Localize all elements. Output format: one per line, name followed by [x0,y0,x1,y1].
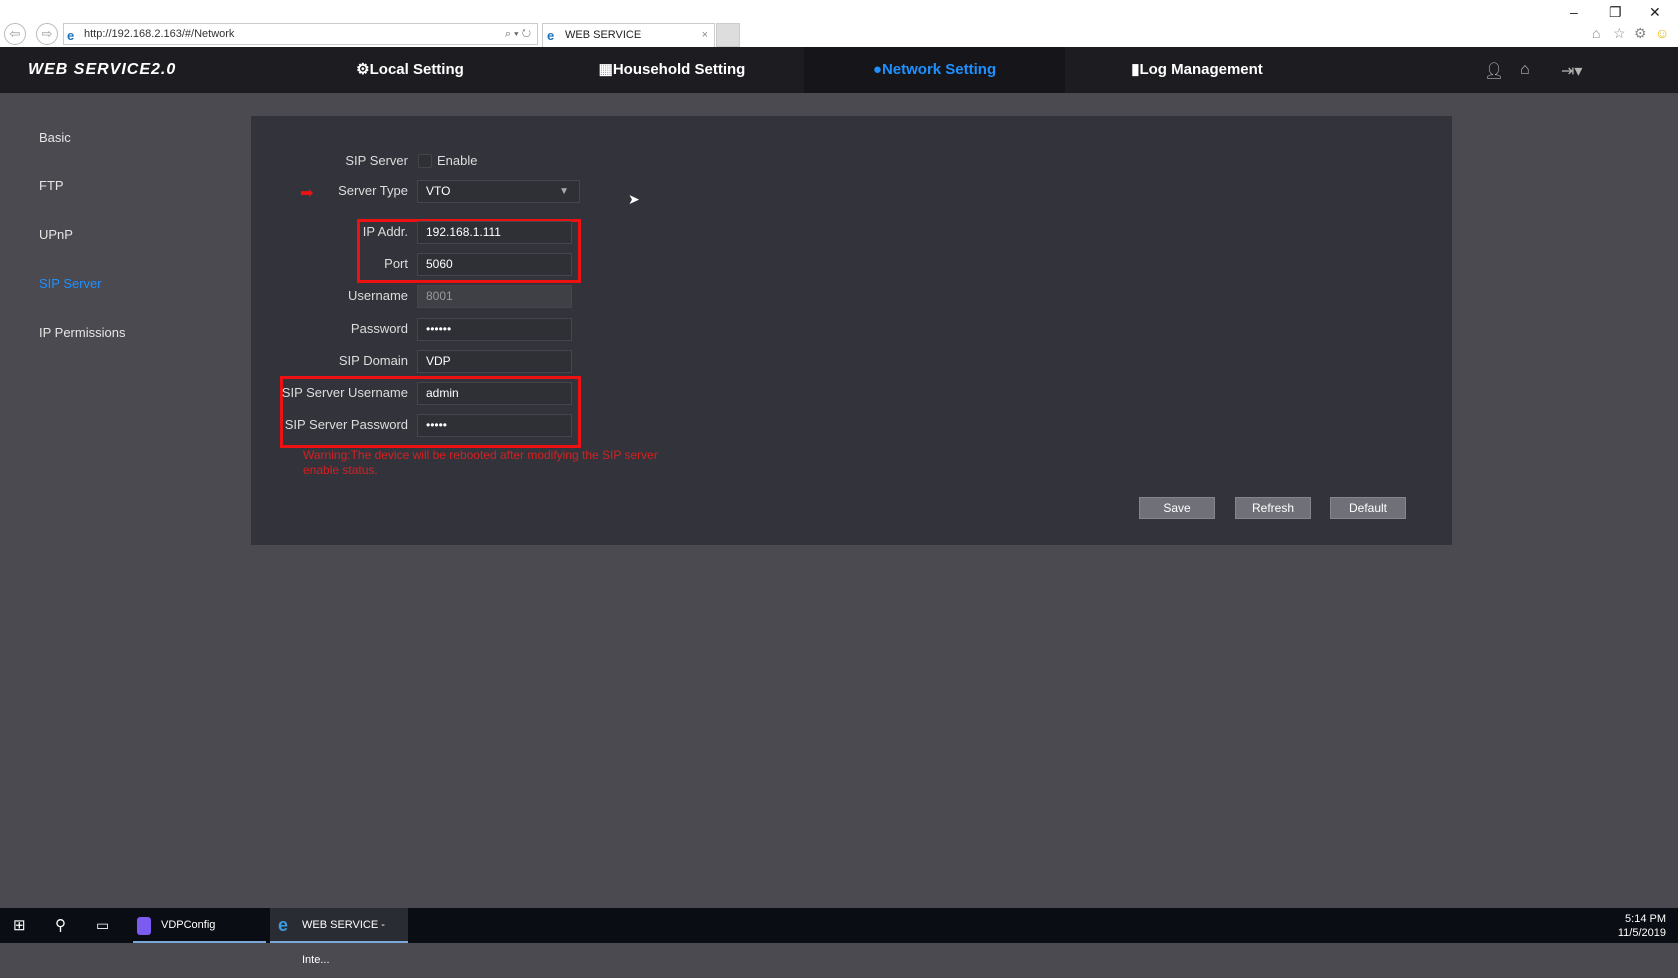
gear-icon: ⚙ [356,61,370,78]
logo: WEB SERVICE2.0 [28,61,177,78]
default-button[interactable]: Default [1330,497,1406,519]
sip-domain-input[interactable]: VDP [417,350,572,373]
close-tab-icon[interactable]: × [702,24,708,46]
taskbar-app-web-service[interactable]: e WEB SERVICE - Inte... [270,908,408,966]
clock[interactable]: 5:14 PM 11/5/2019 [1618,912,1666,940]
username-label: Username [348,288,408,303]
task-view-icon[interactable]: ▭ [96,908,109,943]
nav-label: Household Setting [612,61,746,78]
nav-label: Log Management [1139,61,1263,78]
back-button[interactable]: ⇦ [4,23,26,45]
smiley-icon[interactable]: ☺ [1655,25,1669,41]
sidebar-item-sip-server[interactable]: SIP Server [39,276,102,291]
forward-button[interactable]: ⇨ [36,23,58,45]
taskbar: ⊞ ⚲ ▭ VDPConfig e WEB SERVICE - Inte... 5… [0,908,1678,966]
minimize-icon[interactable]: – [1570,4,1578,20]
nav-local-setting[interactable]: ⚙Local Setting [290,47,530,93]
user-icon[interactable]: 👤︎ [1484,61,1504,81]
save-button[interactable]: Save [1139,497,1215,519]
refresh-button[interactable]: Refresh [1235,497,1311,519]
star-icon[interactable]: ☆ [1613,25,1626,42]
logout-icon[interactable]: ⇥▾ [1561,61,1582,81]
nav-label: Local Setting [369,61,464,78]
sip-server-username-input[interactable]: admin [417,382,572,405]
home-icon[interactable]: ⌂ [1520,61,1530,79]
sip-domain-label: SIP Domain [338,353,408,368]
port-label: Port [384,256,408,271]
url-text: http://192.168.2.163/#/Network [84,28,235,40]
clock-time: 5:14 PM [1625,913,1666,925]
sip-server-username-label: SIP Server Username [281,385,408,400]
sip-server-password-input[interactable]: ••••• [417,414,572,437]
globe-icon: ● [872,61,882,78]
gear-icon[interactable]: ⚙ [1634,25,1647,42]
sip-server-label: SIP Server [345,153,408,168]
ie-icon: e [67,28,75,43]
clock-date: 11/5/2019 [1617,927,1666,939]
port-input[interactable]: 5060 [417,253,572,276]
browser-tab[interactable]: e WEB SERVICE × [542,23,715,47]
mouse-cursor-icon: ➤ [628,191,640,207]
ie-icon: e [278,915,289,935]
enable-label: Enable [437,153,478,168]
address-bar[interactable]: e http://192.168.2.163/#/Network ⌕ ▾ ↻ [63,23,538,45]
nav-log-management[interactable]: ▮Log Management [1077,47,1317,93]
ip-input[interactable]: 192.168.1.111 [417,221,572,244]
sidebar-item-ftp[interactable]: FTP [39,178,64,193]
taskbar-app-vdpconfig[interactable]: VDPConfig [133,908,266,943]
app-label: VDPConfig [161,919,216,931]
sidebar-item-upnp[interactable]: UPnP [39,227,73,242]
nav-network-setting[interactable]: ●Network Setting [804,47,1065,93]
search-icon[interactable]: ⚲ [55,908,66,943]
ip-label: IP Addr. [362,224,408,239]
nav-label: Network Setting [881,61,997,78]
tab-title: WEB SERVICE [565,29,642,41]
close-icon[interactable]: ✕ [1649,4,1661,21]
sip-server-password-label: SIP Server Password [284,417,408,432]
password-label: Password [350,321,408,336]
search-refresh-icons[interactable]: ⌕ ▾ ↻ [505,24,531,44]
password-input[interactable]: •••••• [417,318,572,341]
username-input: 8001 [417,285,572,308]
new-tab-button[interactable] [716,23,740,47]
top-nav: WEB SERVICE2.0 ⚙Local Setting ▦Household… [0,47,1678,93]
chevron-down-icon: ▼ [559,186,569,197]
vdpconfig-icon [137,917,151,935]
server-type-select[interactable]: VTO ▼ [417,180,580,203]
browser-chrome: ⇦ ⇨ e http://192.168.2.163/#/Network ⌕ ▾… [0,0,1678,47]
sidebar-item-ip-permissions[interactable]: IP Permissions [39,325,125,340]
server-type-label: Server Type [338,183,408,198]
windows-start-icon[interactable]: ⊞ [13,908,26,943]
building-icon: ▦ [598,61,613,78]
enable-checkbox[interactable] [418,154,432,168]
restore-icon[interactable]: ❐ [1609,4,1622,21]
nav-household-setting[interactable]: ▦Household Setting [552,47,792,93]
server-type-value: VTO [426,184,451,198]
warning-text: Warning:The device will be rebooted afte… [303,448,658,477]
ie-icon: e [547,28,555,43]
home-icon[interactable]: ⌂ [1592,25,1600,41]
sidebar-item-basic[interactable]: Basic [39,130,71,145]
